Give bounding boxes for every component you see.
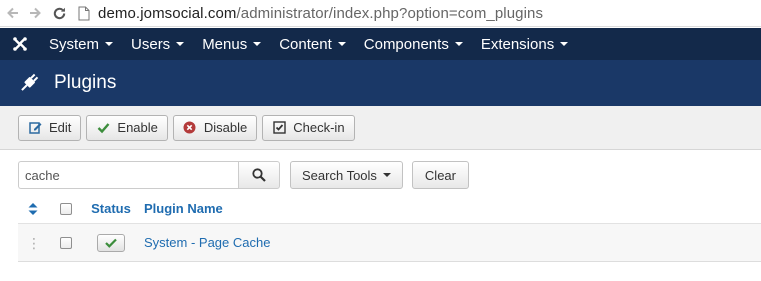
edit-button[interactable]: Edit (18, 114, 82, 141)
menu-users[interactable]: Users (122, 28, 193, 60)
caret-down-icon (253, 42, 262, 46)
checkin-label: Check-in (293, 120, 345, 135)
browser-address-bar: demo.jomsocial.com/administrator/index.p… (0, 0, 761, 27)
enable-label: Enable (117, 120, 158, 135)
row-checkbox[interactable] (60, 236, 72, 249)
edit-label: Edit (49, 120, 72, 135)
admin-navbar: System Users Menus Content Components Ex… (0, 28, 761, 60)
forward-arrow-icon[interactable] (24, 2, 46, 24)
select-all-checkbox[interactable] (60, 202, 72, 215)
caret-down-icon (337, 42, 346, 46)
disable-button[interactable]: Disable (172, 114, 258, 141)
menu-users-label: Users (131, 35, 171, 53)
table-row: ⋮ System - Page Cache (18, 224, 761, 262)
menu-menus[interactable]: Menus (193, 28, 270, 60)
menu-system-label: System (49, 35, 100, 53)
search-icon (252, 168, 266, 182)
disable-label: Disable (203, 120, 248, 135)
caret-down-icon (105, 42, 114, 46)
back-arrow-icon[interactable] (2, 2, 24, 24)
plug-icon (18, 72, 40, 94)
disable-circle-x-icon (183, 121, 197, 135)
check-icon (96, 121, 110, 135)
status-toggle-button[interactable] (97, 233, 125, 252)
status-column-header[interactable]: Status (91, 201, 131, 216)
toolbar: Edit Enable Disable Check-in (0, 106, 761, 150)
url-host: demo.jomsocial.com (98, 4, 237, 22)
clear-button[interactable]: Clear (411, 161, 469, 189)
plugin-name-column-header[interactable]: Plugin Name (144, 201, 223, 216)
joomla-logo-icon[interactable] (0, 28, 40, 60)
url-text[interactable]: demo.jomsocial.com/administrator/index.p… (98, 5, 543, 22)
menu-components-label: Components (363, 35, 449, 53)
checkin-button[interactable]: Check-in (262, 114, 355, 141)
menu-content[interactable]: Content (270, 28, 355, 60)
ordering-sort-icon[interactable] (18, 202, 48, 215)
search-tools-label: Search Tools (302, 167, 377, 183)
search-tools-button[interactable]: Search Tools (290, 161, 403, 189)
menu-content-label: Content (279, 35, 332, 53)
plugins-table: Status Plugin Name ⋮ System - Page Cache (18, 194, 761, 262)
edit-icon (28, 121, 42, 135)
page-title: Plugins (54, 72, 117, 93)
enable-button[interactable]: Enable (86, 114, 168, 141)
clear-label: Clear (424, 167, 456, 183)
menu-system[interactable]: System (40, 28, 122, 60)
search-button[interactable] (238, 161, 280, 189)
menu-extensions[interactable]: Extensions (472, 28, 577, 60)
url-path: /administrator/index.php?option=com_plug… (236, 4, 544, 22)
menu-menus-label: Menus (202, 35, 248, 53)
drag-handle-icon[interactable]: ⋮ (18, 236, 48, 250)
search-input[interactable] (18, 161, 238, 189)
check-icon (105, 238, 117, 248)
menu-extensions-label: Extensions (480, 35, 555, 53)
reload-icon[interactable] (48, 2, 70, 24)
caret-down-icon (454, 42, 463, 46)
plugin-name-link[interactable]: System - Page Cache (144, 235, 270, 250)
caret-down-icon (560, 42, 569, 46)
page-icon (78, 5, 92, 21)
table-header-row: Status Plugin Name (18, 194, 761, 224)
page-header: Plugins (0, 60, 761, 106)
caret-down-icon (382, 173, 391, 177)
caret-down-icon (176, 42, 185, 46)
checkbox-checked-icon (272, 121, 286, 135)
search-bar: Search Tools Clear (18, 161, 469, 189)
menu-components[interactable]: Components (355, 28, 472, 60)
